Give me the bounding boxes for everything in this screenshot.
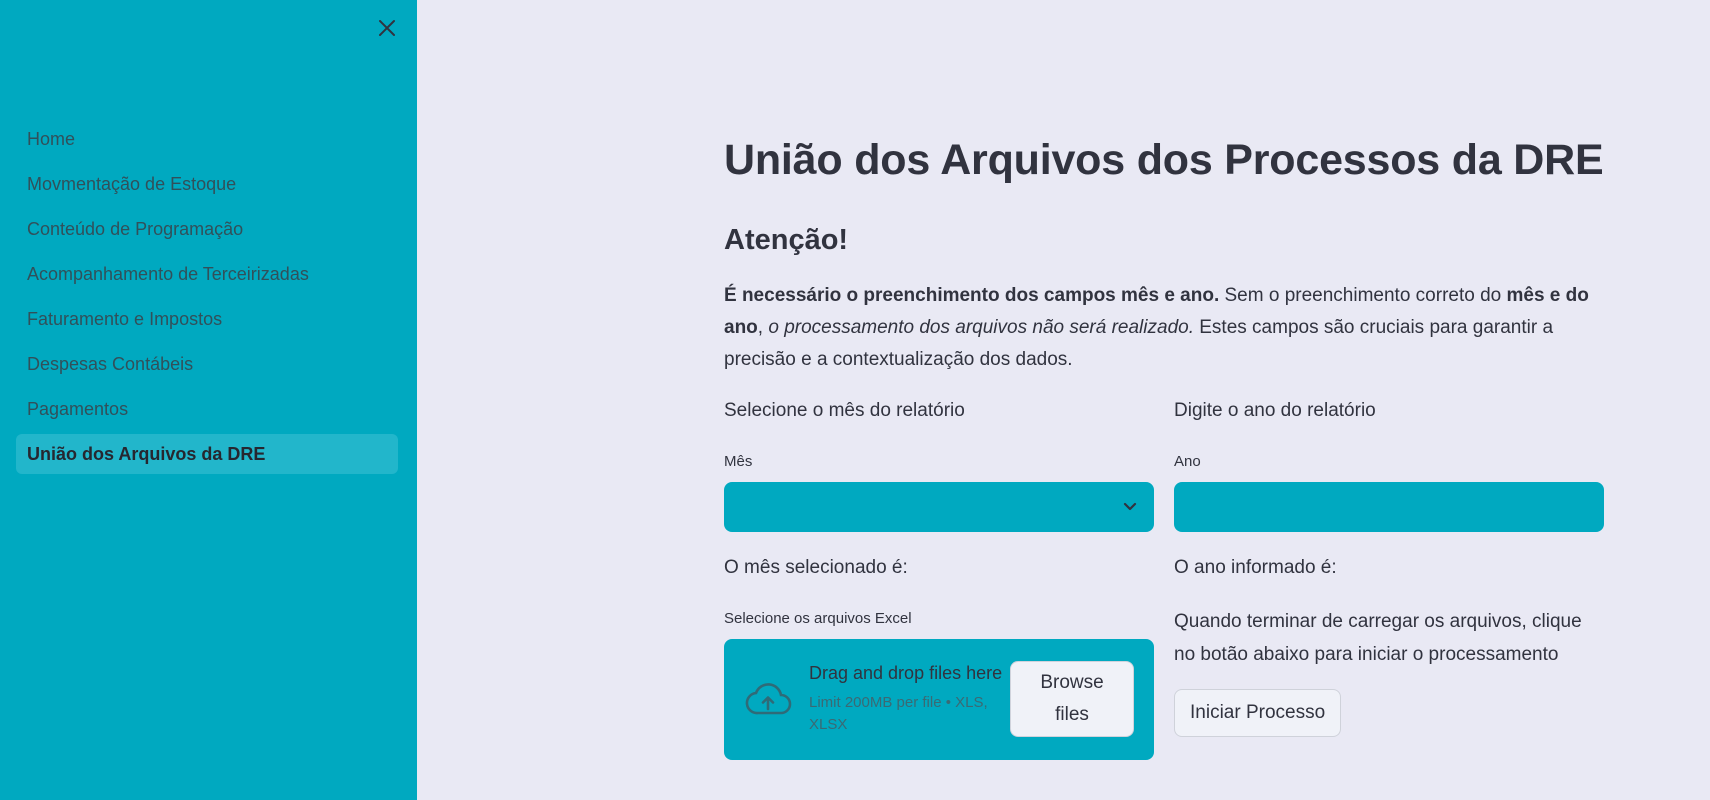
dropzone-limit: Limit 200MB per file • XLS, XLSX	[809, 694, 988, 733]
notice-paragraph: É necessário o preenchimento dos campos …	[724, 280, 1604, 376]
browse-label-line2: files	[1055, 704, 1089, 725]
sidebar-item-pagamentos[interactable]: Pagamentos	[16, 389, 398, 429]
process-instruction: Quando terminar de carregar os arquivos,…	[1174, 611, 1582, 665]
browse-label-line1: Browse	[1040, 672, 1104, 693]
month-field-label: Mês	[724, 453, 753, 470]
page-title: União dos Arquivos dos Processos da DRE	[724, 136, 1604, 184]
sidebar-item-uniao-arquivos-dre[interactable]: União dos Arquivos da DRE	[16, 434, 398, 474]
sidebar-item-home[interactable]: Home	[16, 119, 398, 159]
month-select[interactable]	[724, 482, 1154, 532]
sidebar-item-conteudo-programacao[interactable]: Conteúdo de Programação	[16, 209, 398, 249]
sidebar-item-movimentacao-estoque[interactable]: Movmentação de Estoque	[16, 164, 398, 204]
year-input[interactable]	[1174, 482, 1604, 532]
uploader-label: Selecione os arquivos Excel	[724, 610, 912, 627]
year-section-label: Digite o ano do relatório	[1174, 400, 1376, 421]
month-select-wrapper	[724, 482, 1154, 532]
browse-files-button[interactable]: Browse files	[1010, 661, 1134, 737]
close-sidebar-button[interactable]	[373, 14, 401, 42]
sidebar: Home Movmentação de Estoque Conteúdo de …	[0, 0, 417, 800]
start-button-wrapper: Iniciar Processo	[1174, 689, 1604, 737]
sidebar-item-faturamento-impostos[interactable]: Faturamento e Impostos	[16, 299, 398, 339]
notice-italic: o processamento dos arquivos não será re…	[768, 317, 1194, 338]
uploader-wrapper: Drag and drop files here Limit 200MB per…	[724, 639, 1154, 760]
year-result-label: O ano informado é:	[1174, 557, 1337, 578]
chevron-down-icon	[1123, 502, 1137, 511]
dropzone-title: Drag and drop files here	[809, 663, 1003, 683]
sidebar-item-acompanhamento-terceirizadas[interactable]: Acompanhamento de Terceirizadas	[16, 254, 398, 294]
close-icon	[379, 20, 395, 36]
notice-text-2: ,	[757, 317, 769, 338]
file-dropzone[interactable]: Drag and drop files here Limit 200MB per…	[724, 639, 1154, 760]
sidebar-item-despesas-contabeis[interactable]: Despesas Contábeis	[16, 344, 398, 384]
year-field-label: Ano	[1174, 453, 1201, 470]
attention-heading: Atenção!	[724, 224, 849, 256]
sidebar-nav: Home Movmentação de Estoque Conteúdo de …	[16, 119, 398, 479]
year-input-wrapper	[1174, 482, 1604, 532]
dropzone-text: Drag and drop files here Limit 200MB per…	[809, 663, 1003, 736]
month-result-label: O mês selecionado é:	[724, 557, 908, 578]
notice-bold-lead: É necessário o preenchimento dos campos …	[724, 285, 1220, 306]
start-process-button[interactable]: Iniciar Processo	[1174, 689, 1342, 737]
cloud-upload-icon	[745, 683, 792, 715]
notice-text-1: Sem o preenchimento correto do	[1219, 285, 1507, 306]
month-section-label: Selecione o mês do relatório	[724, 400, 965, 421]
